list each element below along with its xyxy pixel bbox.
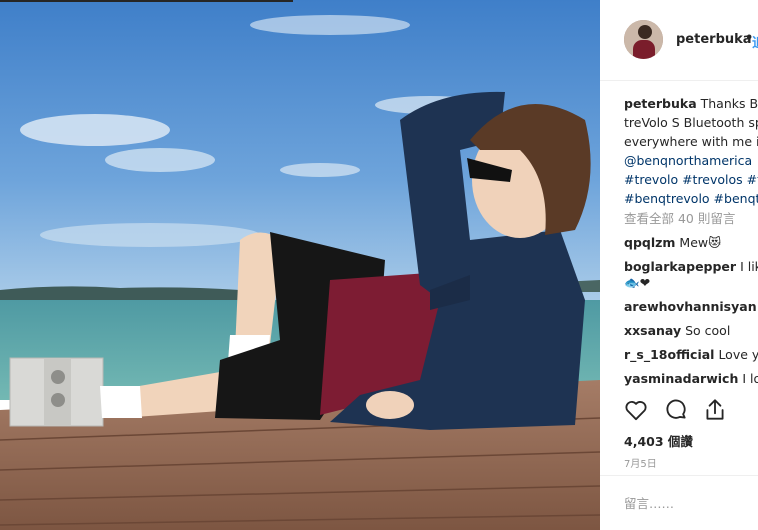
comment-username[interactable]: xxsanay	[624, 323, 681, 338]
caption-hashtags-1[interactable]: #trevolo #trevolos #tr	[624, 170, 758, 189]
header-username[interactable]: peterbuka	[676, 32, 752, 47]
like-count[interactable]: 4,403 個讚	[624, 431, 693, 450]
caption-username[interactable]: peterbuka	[624, 96, 697, 111]
comment-username[interactable]: qpqlzm	[624, 235, 675, 250]
avatar[interactable]	[624, 20, 663, 59]
progress-line	[0, 0, 293, 2]
post-date: 7月5日	[624, 459, 657, 470]
follow-button[interactable]: 追蹤	[752, 32, 758, 51]
comment-item: arewhovhannisyan ❤	[624, 299, 758, 315]
post-header: peterbuka • 追蹤	[600, 0, 758, 81]
caption-line-2: treVolo S Bluetooth sp	[624, 115, 758, 130]
post-photo[interactable]	[0, 0, 600, 530]
comment-text: Mew😻	[679, 235, 722, 250]
comment-username[interactable]: arewhovhannisyan	[624, 299, 757, 314]
comment-text: I like	[740, 259, 758, 274]
caption-line-3: everywhere with me in	[624, 134, 758, 149]
comment-list: qpqlzm Mew😻 boglarkapepper I like 🐟❤ are…	[624, 235, 758, 395]
view-all-comments-link[interactable]: 查看全部 40 則留言	[624, 208, 735, 227]
comment-text: Love yo	[718, 347, 758, 362]
post-side-panel: peterbuka • 追蹤 peterbuka Thanks BenQ tre…	[600, 0, 758, 530]
add-comment-section	[600, 475, 758, 530]
caption-mention[interactable]: @benqnorthamerica	[624, 151, 758, 170]
comment-input[interactable]	[624, 493, 754, 513]
comment-text: I love	[742, 371, 758, 386]
comment-item: qpqlzm Mew😻	[624, 235, 758, 251]
caption-hashtags-2[interactable]: #benqtrevolo #benqt	[624, 189, 758, 208]
comment-item: yasminadarwich I love	[624, 371, 758, 387]
caption-line-1: Thanks BenQ	[700, 96, 758, 111]
comment-username[interactable]: yasminadarwich	[624, 371, 738, 386]
share-icon[interactable]	[702, 397, 728, 423]
heart-icon[interactable]	[623, 397, 649, 423]
comment-item: xxsanay So cool	[624, 323, 758, 339]
comment-icon[interactable]	[663, 397, 689, 423]
photo-illustration	[0, 0, 600, 530]
comment-username[interactable]: r_s_18official	[624, 347, 714, 362]
comment-text-continued: 🐟❤	[624, 275, 651, 290]
comment-item: boglarkapepper I like 🐟❤	[624, 259, 758, 291]
comment-username[interactable]: boglarkapepper	[624, 259, 736, 274]
post-caption: peterbuka Thanks BenQ treVolo S Bluetoot…	[624, 94, 758, 208]
comment-item: r_s_18official Love yo	[624, 347, 758, 363]
comment-text: So cool	[685, 323, 731, 338]
